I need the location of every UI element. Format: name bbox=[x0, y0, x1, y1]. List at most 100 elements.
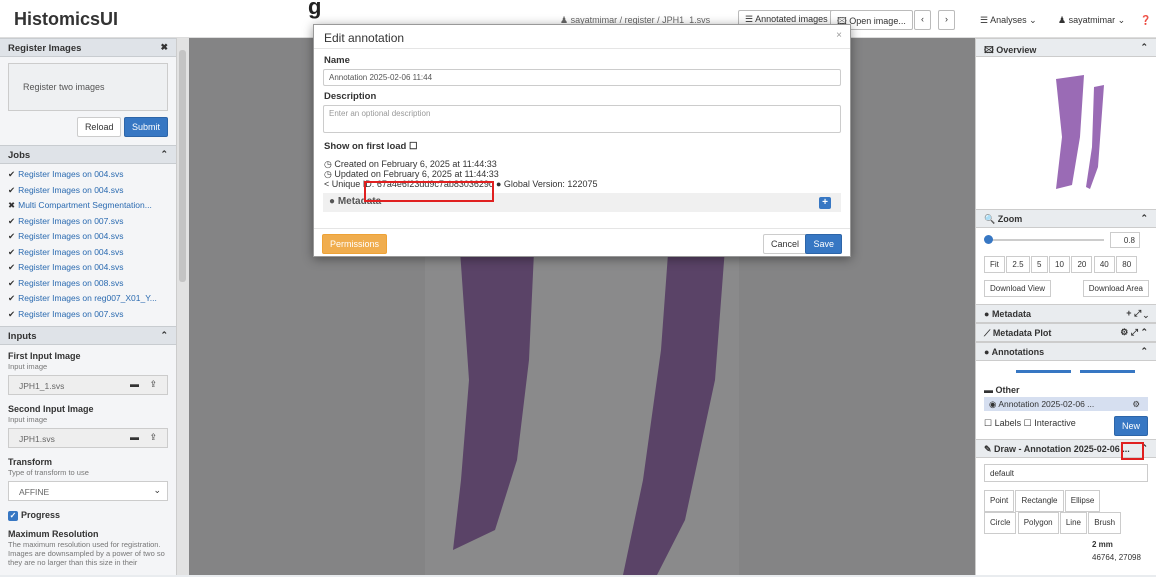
checkbox-icon[interactable]: ✓ bbox=[8, 510, 18, 521]
close-icon[interactable]: ✖ bbox=[160, 42, 168, 53]
permissions-button[interactable]: Permissions bbox=[322, 234, 388, 254]
interactive-checkbox[interactable]: ☐ bbox=[1024, 418, 1035, 428]
inputs-panel-header[interactable]: Inputs ⌃ bbox=[0, 326, 176, 345]
job-item[interactable]: ✔ Register Images on 007.svs bbox=[0, 306, 176, 322]
job-item[interactable]: ✖ Multi Compartment Segmentation... bbox=[0, 197, 176, 213]
fill-opacity-slider[interactable] bbox=[1080, 370, 1135, 373]
job-item[interactable]: ✔ Register Images on 004.svs bbox=[0, 166, 176, 182]
job-label: Register Images on 007.svs bbox=[18, 308, 124, 319]
user-menu[interactable]: ♟ sayatmimar ⌄ bbox=[1058, 15, 1125, 26]
job-status-icon: ✔ bbox=[8, 215, 16, 226]
chevron-up-icon[interactable]: ⌃ bbox=[1140, 213, 1148, 224]
jobs-panel-header[interactable]: Jobs ⌃ bbox=[0, 145, 176, 164]
scrollbar-thumb[interactable] bbox=[179, 50, 186, 282]
job-status-icon: ✔ bbox=[8, 262, 16, 272]
add-metadata-button[interactable]: + bbox=[819, 197, 831, 209]
show-first-load-checkbox[interactable]: ☐ bbox=[409, 141, 418, 152]
name-input[interactable]: Annotation 2025-02-06 11:44 bbox=[323, 69, 841, 86]
submit-button[interactable]: Submit bbox=[123, 117, 168, 137]
coordinates-readout: 46764, 27098 bbox=[1092, 553, 1141, 562]
tag-icon: ● bbox=[984, 347, 992, 357]
transform-select[interactable]: AFFINE ⌄ bbox=[8, 481, 168, 501]
zoom-10-button[interactable]: 10 bbox=[1049, 256, 1070, 273]
zoom-2.5-button[interactable]: 2.5 bbox=[1006, 256, 1030, 273]
style-select[interactable]: default bbox=[984, 464, 1148, 482]
zoom-20-button[interactable]: 20 bbox=[1071, 256, 1093, 273]
job-item[interactable]: ✔ Register Images on reg007_X01_Y... bbox=[0, 290, 176, 306]
unique-id-highlight bbox=[364, 181, 494, 202]
help-icon[interactable]: ❓ bbox=[1140, 15, 1151, 26]
inputs-panel-title: Inputs bbox=[8, 331, 37, 342]
zoom-5-button[interactable]: 5 bbox=[1031, 256, 1048, 273]
second-input-field[interactable]: JPH1.svs ▬ ⇪ bbox=[8, 428, 168, 448]
zoom-panel-header[interactable]: 🔍 Zoom ⌃ bbox=[976, 209, 1156, 228]
job-status-icon: ✔ bbox=[8, 246, 16, 257]
download-view-button[interactable]: Download View bbox=[984, 280, 1051, 297]
job-item[interactable]: ✔ Register Images on 004.svs bbox=[0, 182, 176, 198]
circle-tool-button[interactable]: Circle bbox=[984, 512, 1017, 534]
job-item[interactable]: ✔ Register Images on 008.svs bbox=[0, 275, 176, 291]
eye-icon[interactable]: ◉ bbox=[989, 399, 998, 409]
prev-image-button[interactable]: ‹ bbox=[914, 10, 931, 30]
upload-icon[interactable]: ⇪ bbox=[149, 432, 157, 443]
metadata-plot-panel-header[interactable]: ⟋ Metadata Plot ⚙ ⤢ ⌃ bbox=[976, 323, 1156, 342]
brush-tool-button[interactable]: Brush bbox=[1088, 512, 1122, 534]
chevron-up-icon[interactable]: ⌃ bbox=[1140, 42, 1148, 53]
draw-tools: Point Rectangle Ellipse Circle Polygon L… bbox=[976, 488, 1156, 536]
folder-icon: ▬ bbox=[984, 385, 996, 395]
register-panel-header[interactable]: Register Images ✖ bbox=[0, 38, 176, 57]
close-icon[interactable]: × bbox=[836, 30, 842, 41]
line-tool-button[interactable]: Line bbox=[1059, 512, 1087, 534]
edit-annotation-dialog: Edit annotation × Name Annotation 2025-0… bbox=[313, 24, 851, 257]
job-label: Register Images on 004.svs bbox=[18, 184, 124, 195]
zoom-fit-button[interactable]: Fit bbox=[984, 256, 1005, 273]
app-title[interactable]: HistomicsUI bbox=[14, 9, 118, 30]
chevron-up-icon[interactable]: ⌃ bbox=[160, 149, 168, 160]
annotations-panel-header[interactable]: ● Annotations ⌃ bbox=[976, 342, 1156, 361]
chevron-up-icon[interactable]: ⌃ bbox=[1140, 346, 1148, 357]
show-first-load-row[interactable]: Show on first load ☐ bbox=[314, 141, 850, 152]
zoom-40-button[interactable]: 40 bbox=[1093, 256, 1115, 273]
rectangle-tool-button[interactable]: Rectangle bbox=[1015, 490, 1064, 512]
overview-thumbnail[interactable] bbox=[976, 57, 1156, 209]
next-image-button[interactable]: › bbox=[938, 10, 955, 30]
zoom-slider-track[interactable] bbox=[986, 239, 1104, 241]
first-input-field[interactable]: JPH1_1.svs ▬ ⇪ bbox=[8, 375, 168, 395]
job-item[interactable]: ✔ Register Images on 004.svs bbox=[0, 259, 176, 275]
chevron-up-icon[interactable]: ⚙ ⤢ ⌃ bbox=[1120, 327, 1148, 338]
save-button[interactable]: Save bbox=[805, 234, 842, 254]
labels-checkbox[interactable]: ☐ bbox=[984, 418, 995, 428]
metadata-panel-header[interactable]: ● Metadata + ⤢ ⌄ bbox=[976, 304, 1156, 323]
gear-icon[interactable]: ⚙ bbox=[1132, 399, 1140, 410]
progress-toggle[interactable]: ✓ Progress bbox=[0, 504, 176, 527]
job-item[interactable]: ✔ Register Images on 004.svs bbox=[0, 228, 176, 244]
description-input[interactable]: Enter an optional description bbox=[323, 105, 841, 133]
folder-icon[interactable]: ▬ bbox=[130, 379, 139, 389]
upload-icon[interactable]: ⇪ bbox=[149, 379, 157, 390]
other-group-title[interactable]: ▬ Other bbox=[976, 381, 1156, 395]
overview-panel-header[interactable]: 🖾 Overview ⌃ bbox=[976, 38, 1156, 57]
opacity-slider[interactable] bbox=[1016, 370, 1071, 373]
chevron-down-icon[interactable]: + ⤢ ⌄ bbox=[1126, 308, 1148, 319]
job-item[interactable]: ✔ Register Images on 007.svs bbox=[0, 213, 176, 229]
metadata-title: Metadata bbox=[991, 309, 1031, 319]
analyses-menu[interactable]: ☰ Analyses ⌄ bbox=[980, 15, 1037, 26]
zoom-slider-handle[interactable] bbox=[984, 235, 993, 244]
left-scrollbar[interactable] bbox=[177, 38, 189, 575]
reload-button[interactable]: Reload bbox=[76, 117, 122, 137]
jobs-panel-title: Jobs bbox=[8, 150, 31, 161]
cancel-button[interactable]: Cancel bbox=[762, 234, 807, 254]
zoom-80-button[interactable]: 80 bbox=[1116, 256, 1138, 273]
new-annotation-button[interactable]: New bbox=[1113, 416, 1148, 436]
download-area-button[interactable]: Download Area bbox=[1082, 280, 1149, 297]
ellipse-tool-button[interactable]: Ellipse bbox=[1064, 490, 1101, 512]
point-tool-button[interactable]: Point bbox=[984, 490, 1015, 512]
zoom-value-input[interactable]: 0.8 bbox=[1110, 232, 1140, 248]
scale-bar: 2 mm bbox=[1092, 540, 1113, 549]
annotation-list-item[interactable]: ◉ Annotation 2025-02-06 ... ⚙ bbox=[984, 397, 1148, 411]
clock-icon: ◷ bbox=[324, 159, 335, 169]
chevron-up-icon[interactable]: ⌃ bbox=[160, 330, 168, 341]
polygon-tool-button[interactable]: Polygon bbox=[1017, 512, 1059, 534]
job-item[interactable]: ✔ Register Images on 004.svs bbox=[0, 244, 176, 260]
folder-icon[interactable]: ▬ bbox=[130, 432, 139, 442]
